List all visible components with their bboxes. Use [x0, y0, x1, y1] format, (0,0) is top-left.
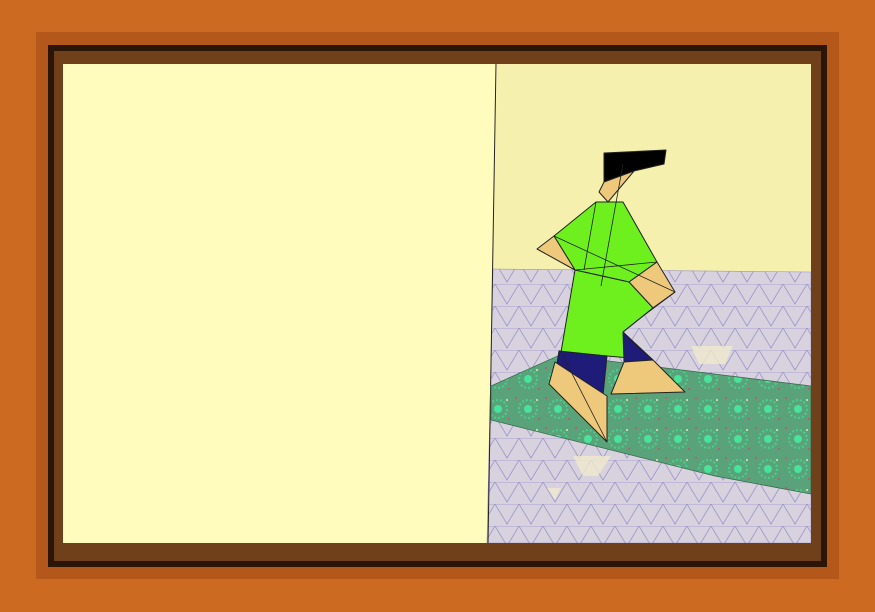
back-wall	[493, 64, 811, 272]
game-scene[interactable]	[63, 64, 811, 543]
left-panel	[63, 64, 497, 543]
scene-canvas	[63, 64, 811, 543]
